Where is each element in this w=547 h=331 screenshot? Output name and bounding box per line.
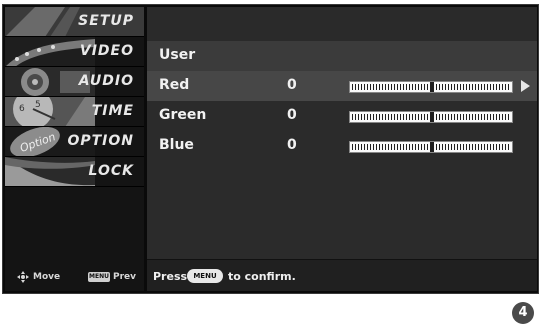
move-hint-label: Move	[33, 272, 61, 282]
prev-hint-label: Prev	[113, 272, 137, 282]
move-arrows-icon	[17, 271, 29, 283]
sidebar-item-setup[interactable]: SETUP	[5, 7, 144, 37]
setting-label: Red	[159, 77, 190, 93]
sidebar-item-label: SETUP	[78, 13, 134, 29]
setting-label: Green	[159, 107, 207, 123]
sidebar-item-label: OPTION	[67, 133, 134, 149]
sidebar-item-audio[interactable]: AUDIO	[5, 67, 144, 97]
sidebar-item-video[interactable]: VIDEO	[5, 37, 144, 67]
slider-thumb[interactable]	[430, 112, 434, 122]
setting-row-green[interactable]: Green 0	[147, 101, 537, 131]
arrow-right-icon[interactable]	[521, 80, 530, 92]
sidebar-item-time[interactable]: 6 5 TIME	[5, 97, 144, 127]
setting-value: 0	[287, 77, 297, 93]
clock-icon: 6 5	[5, 97, 95, 126]
press-label: Press	[153, 270, 188, 283]
sidebar-item-label: VIDEO	[79, 43, 134, 59]
sidebar-item-label: AUDIO	[78, 73, 134, 89]
lock-icon	[5, 157, 95, 186]
sidebar-item-option[interactable]: Option OPTION	[5, 127, 144, 157]
setting-row-red[interactable]: Red 0	[147, 71, 537, 101]
user-color-panel: User Red 0 Green 0 Blue 0 Press MENU to …	[147, 7, 537, 291]
setting-value: 0	[287, 137, 297, 153]
svg-text:5: 5	[35, 100, 41, 110]
confirm-hint-bar: Press MENU to confirm.	[147, 259, 537, 291]
blue-slider[interactable]	[349, 141, 513, 153]
sidebar-item-label: LOCK	[88, 163, 134, 179]
setting-label: Blue	[159, 137, 194, 153]
slider-thumb[interactable]	[430, 142, 434, 152]
page-number-badge: 4	[512, 302, 534, 324]
menu-key-icon: MENU	[88, 272, 110, 282]
setting-row-blue[interactable]: Blue 0	[147, 131, 537, 161]
tv-osd-menu: SETUP VIDEO AUDIO 6 5 TIME Option OPTION…	[2, 4, 539, 294]
sidebar-footer-hints: Move MENU Prev	[5, 263, 144, 289]
menu-key-icon: MENU	[187, 269, 223, 283]
sidebar-item-lock[interactable]: LOCK	[5, 157, 144, 187]
sidebar-item-label: TIME	[91, 103, 134, 119]
green-slider[interactable]	[349, 111, 513, 123]
setting-value: 0	[287, 107, 297, 123]
panel-title-row: User	[147, 41, 537, 71]
panel-title: User	[159, 47, 196, 63]
sidebar-menu: SETUP VIDEO AUDIO 6 5 TIME Option OPTION…	[5, 7, 144, 291]
confirm-label: to confirm.	[228, 270, 296, 283]
red-slider[interactable]	[349, 81, 513, 93]
slider-thumb[interactable]	[430, 82, 434, 92]
svg-text:6: 6	[19, 104, 25, 114]
panel-header-strip	[147, 7, 537, 41]
